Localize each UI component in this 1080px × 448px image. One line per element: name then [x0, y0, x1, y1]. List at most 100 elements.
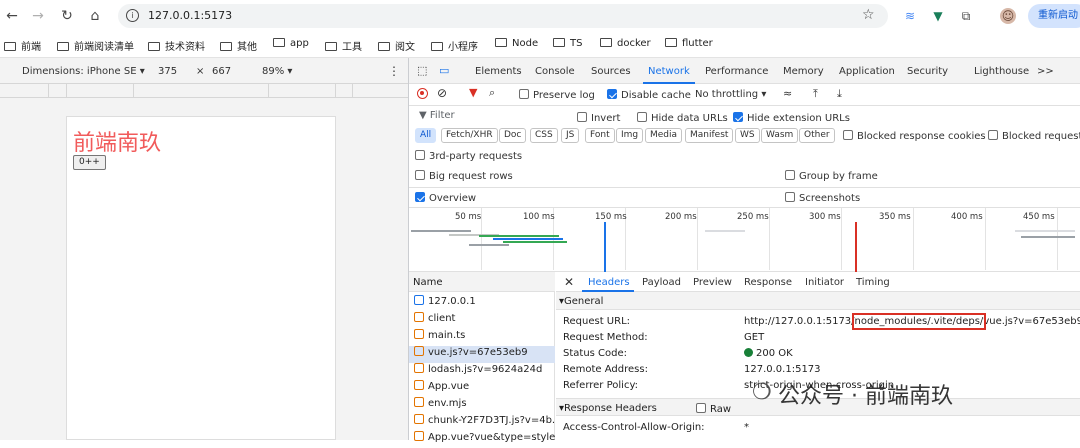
screenshots-checkbox[interactable]: Screenshots: [785, 192, 860, 204]
bookmark-folder[interactable]: TS: [553, 38, 582, 49]
bookmark-folder[interactable]: app: [273, 38, 309, 49]
tab-initiator[interactable]: Initiator: [805, 277, 844, 288]
request-row[interactable]: 127.0.0.1: [409, 295, 555, 312]
bookmark-folder[interactable]: flutter: [665, 38, 713, 49]
more-options-icon[interactable]: ⋮: [388, 64, 400, 78]
tab-elements[interactable]: Elements: [475, 66, 522, 77]
device-width-input[interactable]: 375: [158, 66, 177, 77]
timeline-tick: 450 ms: [1023, 212, 1055, 222]
tab-response[interactable]: Response: [744, 277, 792, 288]
type-filter-manifest[interactable]: Manifest: [685, 128, 734, 143]
home-icon[interactable]: ⌂: [85, 6, 105, 26]
bookmark-folder[interactable]: 其他: [220, 38, 257, 53]
bookmark-folder[interactable]: 技术资料: [148, 38, 205, 53]
bookmark-folder[interactable]: 前端: [4, 38, 41, 53]
third-party-checkbox[interactable]: 3rd-party requests: [415, 150, 522, 162]
address-bar[interactable]: i 127.0.0.1:5173: [118, 4, 888, 28]
type-filter-wasm[interactable]: Wasm: [761, 128, 799, 143]
type-filter-img[interactable]: Img: [616, 128, 644, 143]
raw-checkbox[interactable]: Raw: [696, 403, 731, 415]
filter-toggle-icon[interactable]: ▼: [469, 86, 477, 99]
hide-extension-urls-checkbox[interactable]: Hide extension URLs: [733, 112, 850, 124]
more-tabs-button[interactable]: >>: [1037, 66, 1054, 77]
tab-headers[interactable]: Headers: [588, 277, 630, 288]
tab-sources[interactable]: Sources: [591, 66, 631, 77]
tab-performance[interactable]: Performance: [705, 66, 768, 77]
tab-security[interactable]: Security: [907, 66, 948, 77]
device-toggle-icon[interactable]: ▭: [439, 64, 449, 77]
type-filter-js[interactable]: JS: [561, 128, 580, 143]
type-filter-fetch[interactable]: Fetch/XHR: [441, 128, 498, 143]
request-row[interactable]: env.mjs: [409, 397, 555, 414]
invert-checkbox[interactable]: Invert: [577, 112, 620, 124]
back-icon[interactable]: ←: [2, 6, 22, 26]
url-text[interactable]: 127.0.0.1:5173: [148, 9, 232, 22]
close-icon[interactable]: ✕: [564, 275, 574, 289]
request-row[interactable]: lodash.js?v=9624a24d: [409, 363, 555, 380]
relaunch-button[interactable]: 重新启动: [1028, 4, 1080, 28]
bookmark-folder[interactable]: docker: [600, 38, 651, 49]
type-filter-css[interactable]: CSS: [530, 128, 558, 143]
big-request-rows-checkbox[interactable]: Big request rows: [415, 170, 513, 182]
forward-icon[interactable]: →: [28, 6, 48, 26]
request-row[interactable]: client: [409, 312, 555, 329]
export-har-icon[interactable]: ⤓: [837, 87, 842, 101]
filter-area: ▼ Filter Invert Hide data URLs Hide exte…: [409, 106, 1080, 188]
tab-application[interactable]: Application: [839, 66, 895, 77]
device-dimensions-dropdown[interactable]: Dimensions: iPhone SE ▾: [22, 66, 145, 77]
request-row[interactable]: App.vue: [409, 380, 555, 397]
search-icon[interactable]: ⌕: [489, 86, 495, 100]
reload-icon[interactable]: ↻: [57, 6, 77, 26]
throttling-dropdown[interactable]: No throttling ▾: [695, 89, 766, 100]
general-section-header[interactable]: ▾General: [556, 292, 1080, 310]
filter-input[interactable]: ▼ Filter: [419, 110, 569, 126]
bookmark-folder[interactable]: 阅文: [378, 38, 415, 53]
tab-network[interactable]: Network: [648, 66, 690, 77]
tab-payload[interactable]: Payload: [642, 277, 681, 288]
timeline-bar: [503, 241, 567, 243]
record-icon[interactable]: [417, 88, 428, 99]
request-row[interactable]: chunk-Y2F7D3TJ.js?v=4b...: [409, 414, 555, 431]
blocked-requests-checkbox[interactable]: Blocked requests: [988, 130, 1080, 142]
bookmark-folder[interactable]: Node: [495, 38, 538, 49]
group-by-frame-checkbox[interactable]: Group by frame: [785, 170, 878, 182]
tab-console[interactable]: Console: [535, 66, 575, 77]
import-har-icon[interactable]: ⤒: [813, 87, 818, 101]
bookmark-star-icon[interactable]: ☆: [862, 7, 875, 23]
column-header-name[interactable]: Name: [409, 272, 555, 292]
vue-devtools-icon[interactable]: ▼: [930, 8, 946, 24]
overview-checkbox[interactable]: Overview: [415, 192, 476, 204]
disable-cache-checkbox[interactable]: Disable cache: [607, 89, 691, 101]
tab-preview[interactable]: Preview: [693, 277, 732, 288]
tab-lighthouse[interactable]: Lighthouse: [974, 66, 1029, 77]
emulated-page: 前端南玖 0++: [66, 116, 336, 440]
counter-button[interactable]: 0++: [73, 155, 106, 170]
zoom-dropdown[interactable]: 89% ▾: [262, 66, 292, 77]
profile-avatar[interactable]: ☺: [1000, 8, 1016, 24]
extensions-puzzle-icon[interactable]: ⧉: [958, 8, 974, 24]
type-filter-other[interactable]: Other: [799, 128, 835, 143]
site-info-icon[interactable]: i: [126, 9, 139, 22]
preserve-log-checkbox[interactable]: Preserve log: [519, 89, 595, 101]
inspect-element-icon[interactable]: ⬚: [417, 64, 427, 77]
network-overview-timeline[interactable]: 50 ms 100 ms 150 ms 200 ms 250 ms 300 ms…: [409, 208, 1080, 272]
blocked-response-cookies-checkbox[interactable]: Blocked response cookies: [843, 130, 986, 142]
clear-icon[interactable]: ⊘: [437, 86, 447, 100]
device-height-input[interactable]: 667: [212, 66, 231, 77]
bookmark-folder[interactable]: 前端阅读清单: [57, 38, 134, 53]
type-filter-doc[interactable]: Doc: [499, 128, 527, 143]
hide-data-urls-checkbox[interactable]: Hide data URLs: [637, 112, 728, 124]
type-filter-media[interactable]: Media: [645, 128, 683, 143]
network-conditions-icon[interactable]: ≈: [783, 87, 792, 100]
media-query-ruler: [0, 84, 410, 98]
request-row-selected[interactable]: vue.js?v=67e53eb9: [409, 346, 555, 363]
extension-icon[interactable]: ≋: [902, 8, 918, 24]
request-row[interactable]: main.ts: [409, 329, 555, 346]
type-filter-font[interactable]: Font: [585, 128, 615, 143]
tab-timing[interactable]: Timing: [856, 277, 890, 288]
type-filter-ws[interactable]: WS: [735, 128, 760, 143]
tab-memory[interactable]: Memory: [783, 66, 824, 77]
bookmark-folder[interactable]: 小程序: [431, 38, 478, 53]
bookmark-folder[interactable]: 工具: [325, 38, 362, 53]
type-filter-all[interactable]: All: [415, 128, 437, 143]
